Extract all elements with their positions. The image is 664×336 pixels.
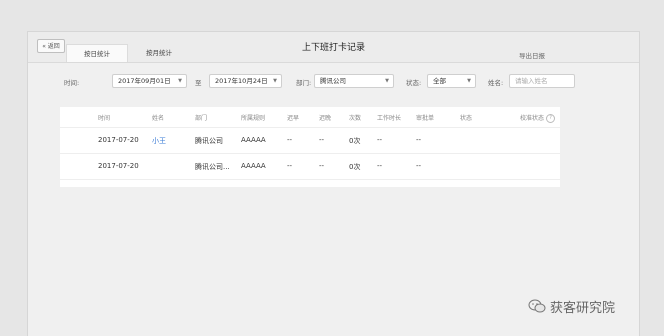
start-date-select[interactable]: 2017年09月01日 ▼ [112,74,187,88]
column-header: 迟晚 [319,115,332,122]
watermark: 获客研究院 [528,296,615,316]
status-select[interactable]: 全部 ▼ [427,74,476,88]
start-date-value: 2017年09月01日 [118,77,171,85]
department-value: 腾讯公司 [320,77,346,85]
column-header-calibration: 校准状态? [520,113,556,123]
cell-early: -- [319,162,325,170]
end-date-value: 2017年10月24日 [215,77,268,85]
cell-approval: -- [416,162,422,170]
cell-early: -- [319,136,325,144]
cell-late: -- [287,162,293,170]
column-header: 审批单 [416,115,435,122]
to-label: 至 [195,79,202,87]
tab-monthly[interactable]: 按月统计 [128,44,190,62]
column-header: 状态 [460,115,473,122]
table-header: 时间 姓名 部门 所属规则 迟早 迟晚 次数 工作时长 审批单 状态 校准状态? [60,107,560,128]
column-header: 工作时长 [377,115,402,122]
cell-rule: AAAAA [241,136,266,144]
cell-rule: AAAAA [241,162,266,170]
export-daily-report-link[interactable]: 导出日报 [519,50,545,60]
cell-approval: -- [416,136,422,144]
watermark-text: 获客研究院 [550,300,616,316]
cell-time: 2017-07-20 [98,136,139,144]
column-header: 时间 [98,115,111,122]
status-value: 全部 [433,77,446,85]
column-header: 所属规则 [241,115,266,122]
tab-daily[interactable]: 按日统计 [66,44,128,62]
name-label: 姓名: [488,79,504,87]
chevron-down-icon: ▼ [178,78,182,84]
cell-work-hours: -- [377,136,383,144]
wechat-icon [528,299,546,313]
chevron-down-icon: ▼ [385,78,389,84]
department-label: 部门: [296,79,312,87]
cell-late: -- [287,136,293,144]
attendance-table: 时间 姓名 部门 所属规则 迟早 迟晚 次数 工作时长 审批单 状态 校准状态?… [60,107,560,187]
table-row: 2017-07-20 小王 腾讯公司 AAAAA -- -- 0次 -- -- [60,128,560,154]
department-select[interactable]: 腾讯公司 ▼ [314,74,394,88]
chevron-down-icon: ▼ [273,78,277,84]
name-search-input[interactable]: 请输入姓名 [509,74,575,88]
column-header: 次数 [349,115,362,122]
chevron-down-icon: ▼ [467,78,471,84]
cell-department: 腾讯公司... [195,163,230,171]
cell-name-link[interactable]: 小王 [152,136,166,146]
column-header: 迟早 [287,115,300,122]
cell-count: 0次 [349,163,361,171]
cell-time: 2017-07-20 [98,162,139,170]
column-header: 姓名 [152,115,165,122]
cell-count: 0次 [349,137,361,145]
status-label: 状态: [406,79,422,87]
column-header: 部门 [195,115,208,122]
end-date-select[interactable]: 2017年10月24日 ▼ [209,74,282,88]
table-row: 2017-07-20 腾讯公司... AAAAA -- -- 0次 -- -- [60,154,560,180]
info-icon[interactable]: ? [546,114,556,123]
time-label: 时间: [64,79,80,87]
column-header: 校准状态 [520,115,545,122]
filter-bar: 时间: 2017年09月01日 ▼ 至 2017年10月24日 ▼ 部门: 腾讯… [64,74,575,90]
cell-work-hours: -- [377,162,383,170]
cell-department: 腾讯公司 [195,137,223,145]
